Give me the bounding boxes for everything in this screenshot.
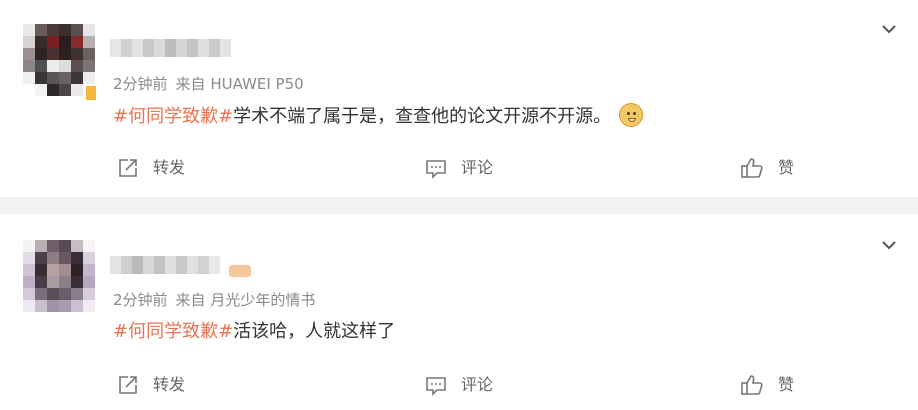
comment-button[interactable]: 评论 bbox=[425, 374, 493, 396]
comment-card: 2分钟前 来自 月光少年的情书 #何同学致歉#活该哈，人就这样了 转发 评论 赞 bbox=[0, 214, 918, 410]
post-meta: 2分钟前 来自 HUAWEI P50 bbox=[113, 74, 304, 94]
post-source: 月光少年的情书 bbox=[210, 291, 316, 309]
comment-button[interactable]: 评论 bbox=[425, 157, 493, 179]
comment-text: #何同学致歉#学术不端了属于是，查查他的论文开源不开源。 bbox=[113, 103, 644, 130]
post-time: 2分钟前 bbox=[113, 291, 168, 309]
hashtag-link[interactable]: #何同学致歉# bbox=[113, 321, 233, 342]
username-blurred[interactable] bbox=[110, 39, 231, 57]
username-blurred[interactable] bbox=[110, 256, 220, 274]
post-separator bbox=[0, 197, 918, 214]
hashtag-link[interactable]: #何同学致歉# bbox=[113, 106, 233, 127]
repost-button[interactable]: 转发 bbox=[117, 374, 185, 396]
post-time: 2分钟前 bbox=[113, 75, 168, 93]
avatar[interactable] bbox=[23, 240, 95, 312]
comment-bubble-icon bbox=[426, 160, 446, 179]
comment-body: 学术不端了属于是，查查他的论文开源不开源。 bbox=[233, 106, 612, 127]
comment-label: 评论 bbox=[461, 158, 494, 177]
comment-text: #何同学致歉#活该哈，人就这样了 bbox=[113, 319, 395, 345]
like-label: 赞 bbox=[778, 158, 795, 177]
thumbs-up-icon bbox=[741, 375, 763, 395]
post-meta: 2分钟前 来自 月光少年的情书 bbox=[113, 290, 315, 310]
comment-card: 2分钟前 来自 HUAWEI P50 #何同学致歉#学术不端了属于是，查查他的论文… bbox=[0, 0, 918, 197]
level-badge bbox=[229, 265, 251, 277]
thumbs-up-icon bbox=[741, 158, 763, 178]
source-prefix: 来自 bbox=[175, 75, 206, 93]
chevron-down-icon[interactable] bbox=[882, 238, 896, 252]
doge-emoji bbox=[619, 103, 644, 127]
comment-bubble-icon bbox=[426, 377, 446, 396]
repost-label: 转发 bbox=[153, 158, 186, 177]
chevron-down-icon[interactable] bbox=[882, 22, 896, 36]
comment-label: 评论 bbox=[461, 375, 494, 394]
like-button[interactable]: 赞 bbox=[740, 157, 794, 179]
share-arrow-icon bbox=[119, 159, 137, 177]
avatar[interactable] bbox=[23, 24, 95, 96]
repost-label: 转发 bbox=[153, 375, 186, 394]
like-button[interactable]: 赞 bbox=[740, 374, 794, 396]
like-label: 赞 bbox=[778, 375, 795, 394]
repost-button[interactable]: 转发 bbox=[117, 157, 185, 179]
comment-body: 活该哈，人就这样了 bbox=[233, 321, 396, 342]
source-prefix: 来自 bbox=[175, 291, 206, 309]
share-arrow-icon bbox=[119, 376, 137, 394]
post-source: HUAWEI P50 bbox=[210, 75, 304, 93]
vip-badge bbox=[86, 86, 96, 100]
